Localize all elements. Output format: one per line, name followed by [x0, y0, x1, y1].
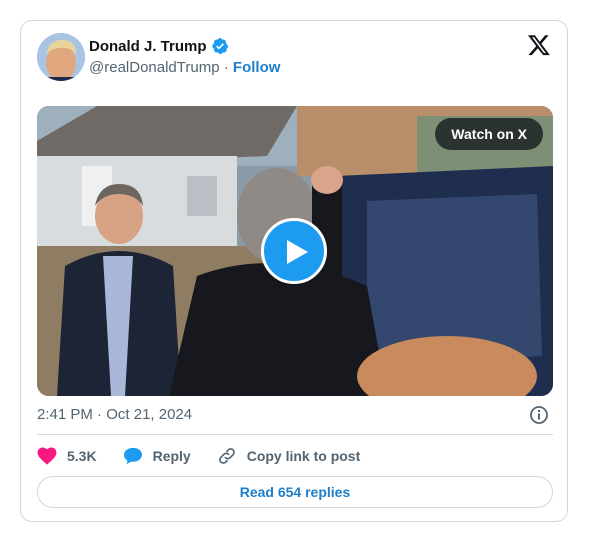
x-logo-icon[interactable]: [527, 33, 551, 57]
video-media[interactable]: Watch on X: [37, 106, 553, 396]
copy-link-button[interactable]: Copy link to post: [217, 446, 361, 466]
post-actions: 5.3K Reply Copy link to post: [37, 445, 386, 467]
verified-badge-icon: [211, 37, 229, 55]
embedded-post-card: Donald J. Trump @realDonaldTrump · Follo…: [20, 20, 568, 522]
author-display-name[interactable]: Donald J. Trump: [89, 38, 207, 55]
author-name-row: Donald J. Trump: [89, 37, 229, 55]
follow-button[interactable]: Follow: [233, 59, 281, 76]
author-handle-row: @realDonaldTrump · Follow: [89, 59, 280, 76]
divider: [37, 434, 553, 435]
heart-icon: [37, 447, 57, 465]
reply-button[interactable]: Reply: [123, 447, 191, 465]
post-date: Oct 21, 2024: [106, 406, 193, 423]
info-icon[interactable]: [529, 405, 549, 425]
handle-separator: ·: [223, 59, 229, 76]
avatar[interactable]: [37, 33, 85, 81]
speech-bubble-icon: [123, 447, 142, 465]
link-icon: [218, 448, 235, 464]
avatar-image: [37, 33, 85, 81]
reply-label: Reply: [152, 448, 191, 464]
post-time: 2:41 PM: [37, 406, 93, 423]
copy-link-label: Copy link to post: [246, 448, 361, 464]
play-icon: [287, 240, 308, 264]
like-count: 5.3K: [67, 448, 97, 464]
timestamp-separator: ·: [97, 406, 103, 423]
play-button[interactable]: [261, 218, 327, 284]
author-handle[interactable]: @realDonaldTrump: [89, 59, 220, 76]
read-replies-button[interactable]: Read 654 replies: [37, 476, 553, 508]
post-timestamp[interactable]: 2:41 PM · Oct 21, 2024: [37, 406, 192, 423]
like-button[interactable]: 5.3K: [37, 447, 97, 465]
watch-on-x-button[interactable]: Watch on X: [435, 118, 543, 150]
